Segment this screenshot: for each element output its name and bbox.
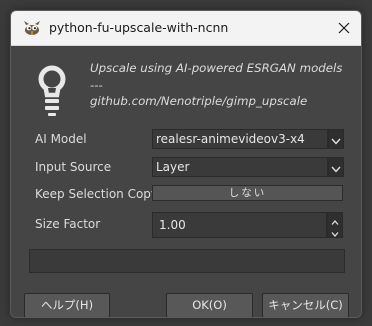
close-button[interactable] bbox=[327, 11, 361, 45]
ai-model-dropdown-button[interactable] bbox=[328, 129, 344, 149]
description-line: Upscale using AI-powered ESRGAN models bbox=[90, 61, 343, 75]
chevron-down-icon bbox=[331, 158, 341, 177]
titlebar: python-fu-upscale-with-ncnn bbox=[11, 11, 361, 46]
chevron-down-icon bbox=[331, 130, 341, 149]
ok-button[interactable]: OK(O) bbox=[166, 293, 253, 317]
lightbulb-icon bbox=[37, 64, 67, 120]
chevron-down-icon bbox=[331, 222, 339, 241]
description-link: github.com/Nenotriple/gimp_upscale bbox=[90, 94, 308, 108]
size-factor-decrement[interactable] bbox=[328, 225, 342, 237]
help-button[interactable]: ヘルプ(H) bbox=[24, 293, 110, 317]
input-source-dropdown-button[interactable] bbox=[328, 157, 344, 177]
dialog-content: Upscale using AI-powered ESRGAN models -… bbox=[11, 46, 361, 317]
plugin-dialog: python-fu-upscale-with-ncnn Upscale usin… bbox=[10, 10, 362, 318]
input-source-dropdown[interactable]: Layer bbox=[152, 157, 328, 177]
ai-model-label: AI Model bbox=[35, 132, 87, 146]
size-factor-input[interactable]: 1.00 bbox=[152, 212, 327, 238]
size-factor-spinner bbox=[327, 212, 343, 238]
close-icon bbox=[338, 19, 350, 38]
ai-model-dropdown[interactable]: realesr-animevideov3-x4 bbox=[152, 129, 328, 149]
description-separator: --- bbox=[90, 77, 103, 92]
gimp-wilber-icon bbox=[23, 20, 41, 36]
progress-bar bbox=[29, 249, 345, 273]
keep-selection-copy-label: Keep Selection Copy bbox=[35, 187, 159, 201]
input-source-label: Input Source bbox=[35, 160, 112, 174]
window-title: python-fu-upscale-with-ncnn bbox=[49, 20, 229, 35]
size-factor-label: Size Factor bbox=[35, 217, 101, 231]
cancel-button[interactable]: キャンセル(C) bbox=[262, 293, 349, 317]
keep-selection-copy-toggle[interactable]: しない bbox=[152, 185, 343, 201]
plugin-description: Upscale using AI-powered ESRGAN models -… bbox=[90, 60, 350, 110]
